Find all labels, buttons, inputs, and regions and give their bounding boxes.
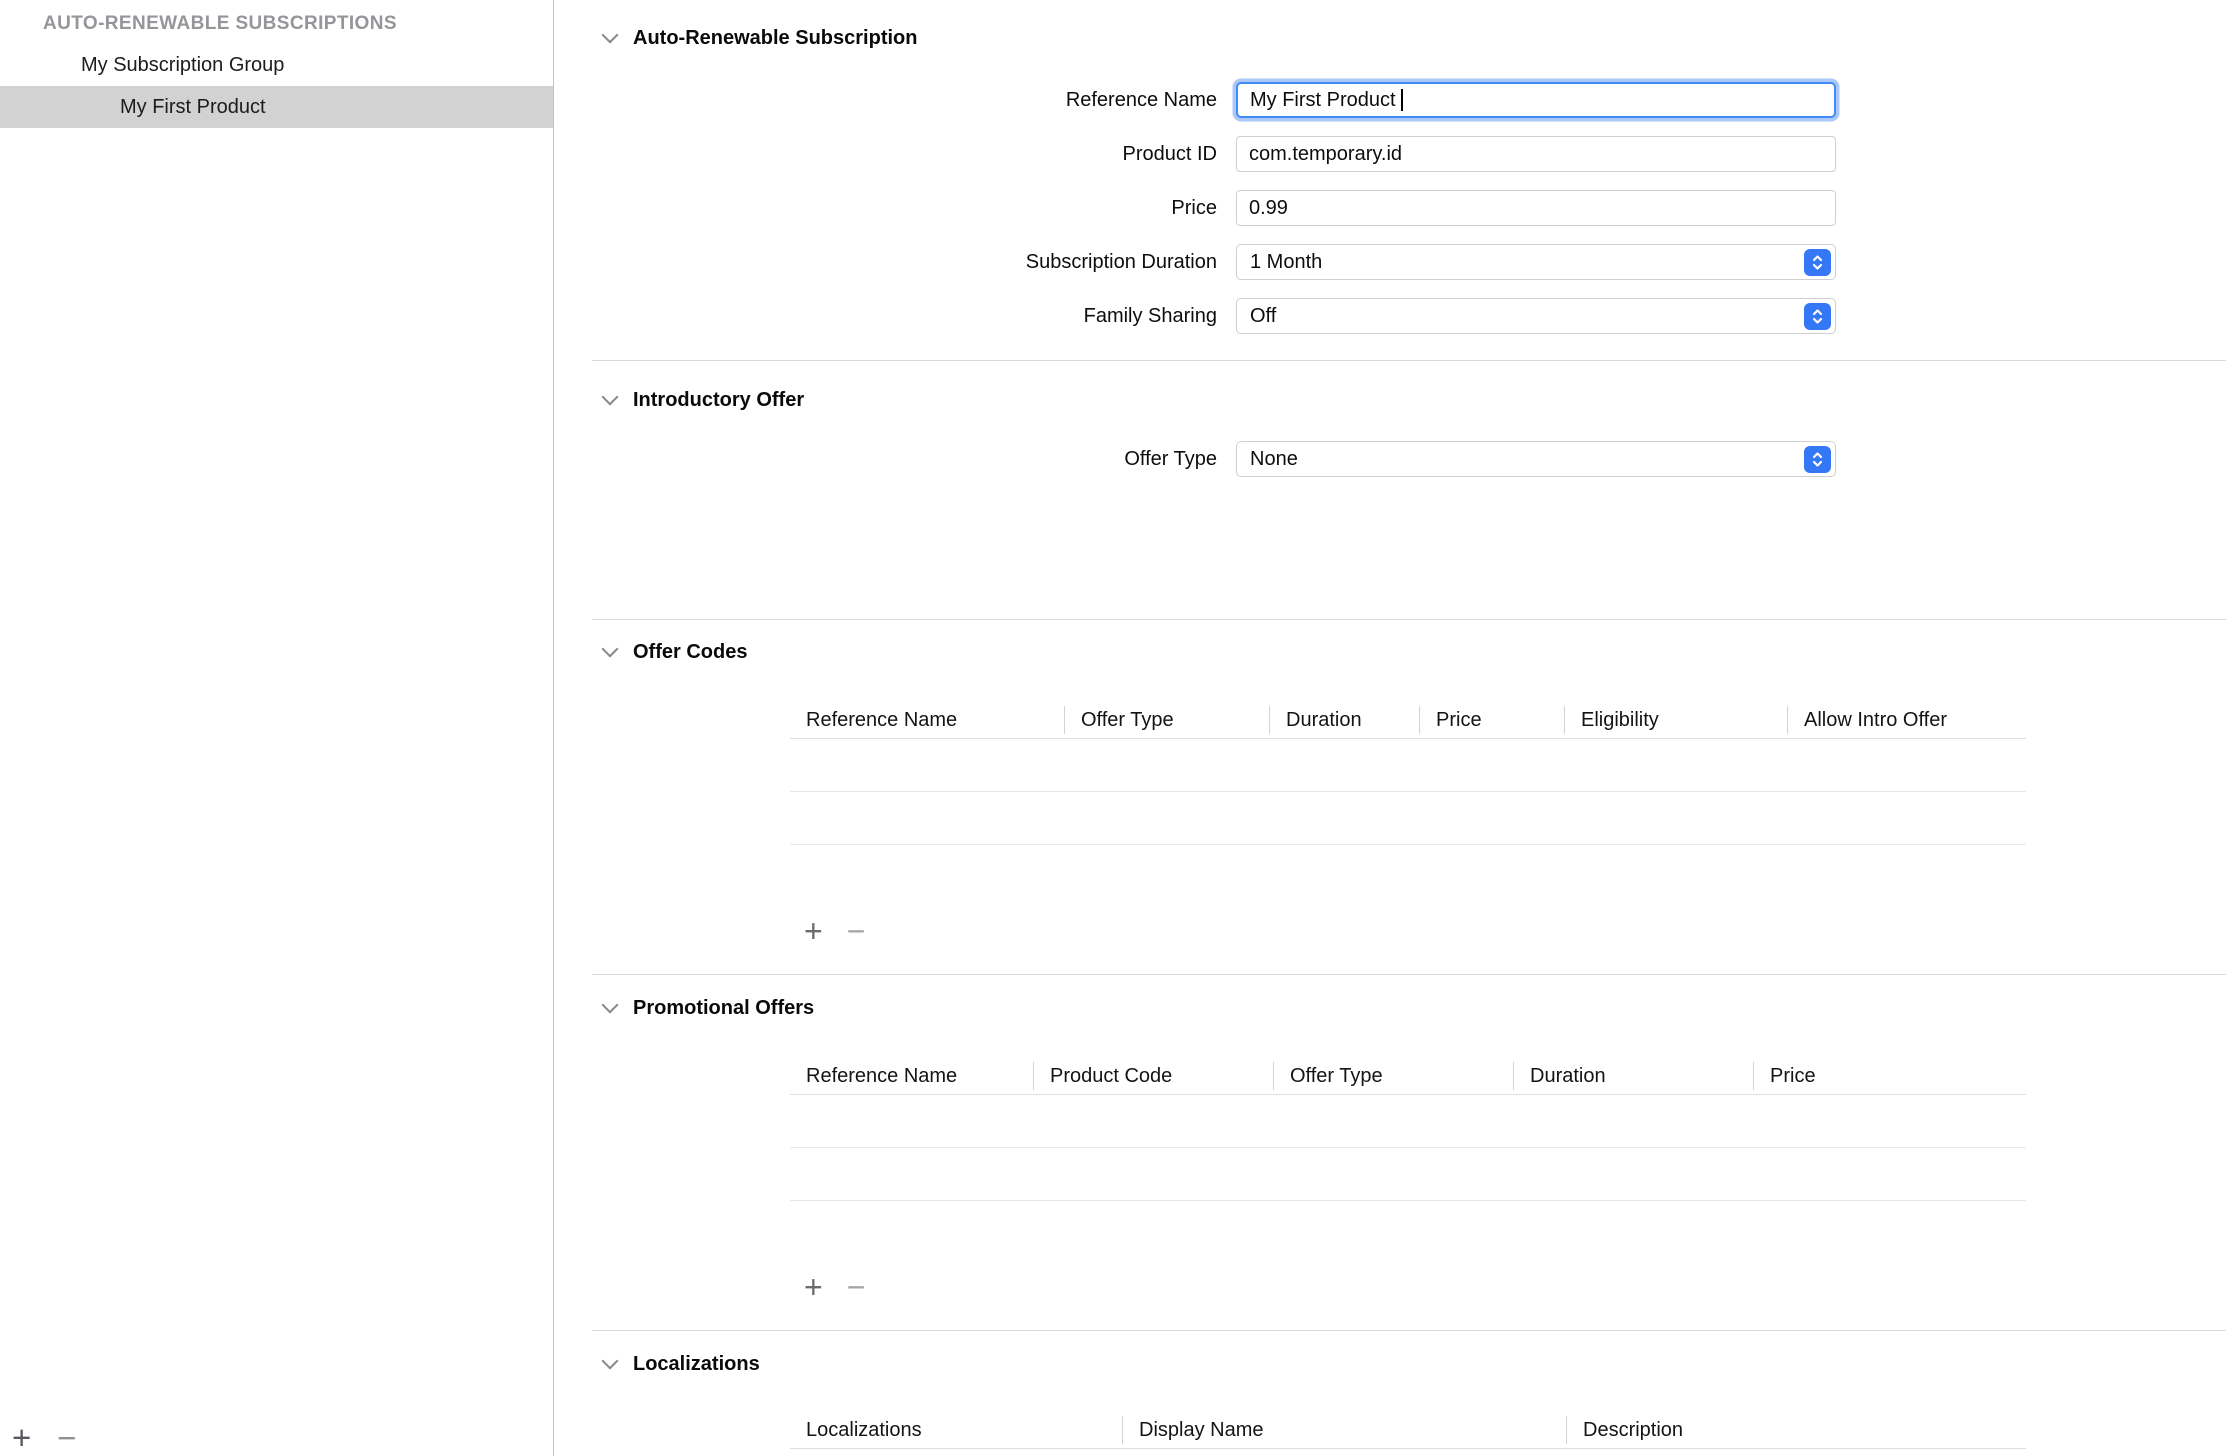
section-title: Localizations <box>633 1353 760 1376</box>
popup-selected-value: 1 Month <box>1237 251 1322 274</box>
offer-codes-table-header: Reference Name Offer Type Duration Price… <box>790 701 2026 739</box>
introductory-offer-form: Offer Type None <box>554 441 2226 477</box>
section-title: Promotional Offers <box>633 997 814 1020</box>
section-divider <box>592 1330 2226 1331</box>
promotional-offers-actions: + − <box>804 1269 2226 1305</box>
family-sharing-label: Family Sharing <box>554 305 1217 328</box>
remove-product-icon[interactable]: − <box>57 1420 76 1456</box>
section-divider <box>592 974 2226 975</box>
reference-name-input-wrap <box>1236 82 1836 118</box>
column-header-offer-type[interactable]: Offer Type <box>1273 1062 1513 1090</box>
section-title: Auto-Renewable Subscription <box>633 27 917 50</box>
add-promotional-offer-icon[interactable]: + <box>804 1269 823 1305</box>
offer-codes-actions: + − <box>804 913 2226 949</box>
remove-promotional-offer-icon[interactable]: − <box>847 1269 866 1305</box>
column-header-duration[interactable]: Duration <box>1513 1062 1753 1090</box>
form-row-offer-type: Offer Type None <box>554 441 2226 477</box>
promotional-offers-table: Reference Name Product Code Offer Type D… <box>790 1057 2026 1201</box>
table-row-empty <box>790 1449 2026 1456</box>
form-row-subscription-duration: Subscription Duration 1 Month <box>554 244 2226 280</box>
remove-offer-code-icon[interactable]: − <box>847 913 866 949</box>
column-header-allow-intro-offer[interactable]: Allow Intro Offer <box>1787 706 2026 734</box>
section-header-localizations[interactable]: Localizations <box>554 1348 2226 1380</box>
promotional-offers-table-header: Reference Name Product Code Offer Type D… <box>790 1057 2026 1095</box>
column-header-display-name[interactable]: Display Name <box>1122 1416 1566 1444</box>
column-header-reference-name[interactable]: Reference Name <box>790 1062 1033 1090</box>
popup-chevrons-icon <box>1804 249 1831 276</box>
section-header-offer-codes[interactable]: Offer Codes <box>554 636 2226 668</box>
chevron-down-icon <box>602 389 619 406</box>
column-header-price[interactable]: Price <box>1753 1062 2026 1090</box>
localizations-table: Localizations Display Name Description <box>790 1411 2026 1456</box>
reference-name-input[interactable] <box>1236 82 1836 118</box>
chevron-down-icon <box>602 997 619 1014</box>
sidebar-group-header: AUTO-RENEWABLE SUBSCRIPTIONS <box>0 4 553 44</box>
column-header-duration[interactable]: Duration <box>1269 706 1419 734</box>
price-input[interactable] <box>1236 190 1836 226</box>
reference-name-label: Reference Name <box>554 89 1217 112</box>
popup-selected-value: Off <box>1237 305 1276 328</box>
product-id-input[interactable] <box>1236 136 1836 172</box>
form-row-price: Price <box>554 190 2226 226</box>
column-header-reference-name[interactable]: Reference Name <box>790 706 1064 734</box>
subscription-form: Reference Name Product ID Price S <box>554 82 2226 334</box>
column-header-product-code[interactable]: Product Code <box>1033 1062 1273 1090</box>
form-row-product-id: Product ID <box>554 136 2226 172</box>
section-divider <box>592 619 2226 620</box>
sidebar-item-label: My Subscription Group <box>81 54 284 76</box>
family-sharing-popup[interactable]: Off <box>1236 298 1836 334</box>
sidebar: AUTO-RENEWABLE SUBSCRIPTIONS My Subscrip… <box>0 0 554 1456</box>
add-offer-code-icon[interactable]: + <box>804 913 823 949</box>
column-header-description[interactable]: Description <box>1566 1416 2026 1444</box>
section-header-introductory-offer[interactable]: Introductory Offer <box>554 384 2226 416</box>
sidebar-item-subscription-group[interactable]: My Subscription Group <box>0 44 553 86</box>
sidebar-actions: + − <box>12 1420 77 1456</box>
popup-chevrons-icon <box>1804 303 1831 330</box>
column-header-price[interactable]: Price <box>1419 706 1564 734</box>
form-row-family-sharing: Family Sharing Off <box>554 298 2226 334</box>
subscription-duration-popup[interactable]: 1 Month <box>1236 244 1836 280</box>
sidebar-item-my-first-product[interactable]: My First Product <box>0 86 553 128</box>
chevron-down-icon <box>602 1353 619 1370</box>
text-cursor <box>1401 89 1403 111</box>
section-divider <box>592 360 2226 361</box>
sidebar-item-label: My First Product <box>120 96 266 118</box>
table-row-empty <box>790 1095 2026 1148</box>
storekit-configuration-window: AUTO-RENEWABLE SUBSCRIPTIONS My Subscrip… <box>0 0 2226 1456</box>
section-title: Introductory Offer <box>633 389 804 412</box>
column-header-localizations[interactable]: Localizations <box>790 1416 1122 1444</box>
chevron-down-icon <box>602 27 619 44</box>
column-header-offer-type[interactable]: Offer Type <box>1064 706 1269 734</box>
table-row-empty <box>790 739 2026 792</box>
offer-type-label: Offer Type <box>554 448 1217 471</box>
price-label: Price <box>554 197 1217 220</box>
section-header-subscription[interactable]: Auto-Renewable Subscription <box>554 22 2226 54</box>
add-product-icon[interactable]: + <box>12 1420 31 1456</box>
popup-chevrons-icon <box>1804 446 1831 473</box>
section-header-promotional-offers[interactable]: Promotional Offers <box>554 992 2226 1024</box>
column-header-eligibility[interactable]: Eligibility <box>1564 706 1787 734</box>
product-id-label: Product ID <box>554 143 1217 166</box>
subscription-duration-label: Subscription Duration <box>554 251 1217 274</box>
offer-codes-table: Reference Name Offer Type Duration Price… <box>790 701 2026 845</box>
localizations-table-header: Localizations Display Name Description <box>790 1411 2026 1449</box>
editor-pane: Auto-Renewable Subscription Reference Na… <box>554 0 2226 1456</box>
table-row-empty <box>790 792 2026 845</box>
product-id-input-wrap <box>1236 136 1836 172</box>
offer-type-popup[interactable]: None <box>1236 441 1836 477</box>
price-input-wrap <box>1236 190 1836 226</box>
chevron-down-icon <box>602 641 619 658</box>
form-row-reference-name: Reference Name <box>554 82 2226 118</box>
section-title: Offer Codes <box>633 641 747 664</box>
table-row-empty <box>790 1148 2026 1201</box>
popup-selected-value: None <box>1237 448 1298 471</box>
